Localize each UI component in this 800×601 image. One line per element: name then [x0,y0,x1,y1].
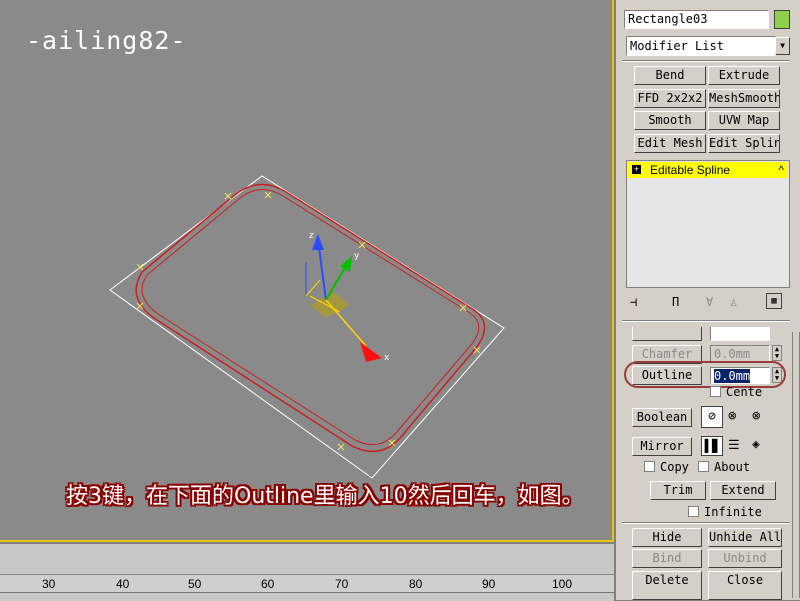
modifier-stack[interactable]: + Editable Spline ^ [626,160,790,288]
mirror-vertical-icon[interactable]: ☰ [728,438,740,453]
scene-canvas[interactable]: z y x [0,0,612,540]
ruler-tick: 70 [335,577,349,591]
close-button[interactable]: Close [708,571,782,600]
ruler-tick: 40 [116,577,130,591]
gizmo-y-label: y [354,251,360,261]
mirror-both-icon[interactable]: ◈ [752,437,760,452]
scroll-track[interactable] [792,332,800,598]
copy-checkbox[interactable] [644,461,655,472]
about-label: About [714,460,751,474]
infinite-bounds-checkbox[interactable] [688,506,699,517]
divider [622,60,790,62]
transform-gizmo [305,234,382,362]
ffd-button[interactable]: FFD 2x2x2 [634,89,706,108]
chevron-down-icon[interactable]: ▼ [775,37,790,55]
divider [622,320,790,322]
chamfer-spinner[interactable]: ▲ ▼ [772,345,782,361]
timeline-bar[interactable] [0,544,614,574]
copy-label: Copy [660,460,689,474]
about-pivot-checkbox[interactable] [698,461,709,472]
ruler-tick: 90 [482,577,496,591]
divider [622,522,790,524]
extrude-button[interactable]: Extrude [708,66,780,85]
show-end-result-icon[interactable]: Π [672,295,679,309]
uvw-map-button[interactable]: UVW Map [708,111,780,130]
chamfer-amount-field[interactable]: 0.0mm [710,345,770,362]
unhide-all-button[interactable]: Unhide All [708,528,782,547]
mirror-horizontal-icon[interactable]: ▌▊ [701,436,723,456]
make-unique-icon[interactable]: ∀ [706,295,713,309]
expand-icon[interactable]: + [632,165,641,174]
modifier-list-dropdown[interactable]: Modifier List [626,36,776,56]
gizmo-z-label: z [309,231,314,241]
ruler-tick: 50 [188,577,202,591]
boolean-button[interactable]: Boolean [632,408,692,427]
edit-mesh-button[interactable]: Edit Mesh [634,134,706,153]
trim-button[interactable]: Trim [650,481,706,500]
stack-item-label: Editable Spline [650,163,731,177]
unbind-button[interactable]: Unbind [708,549,782,568]
perspective-viewport[interactable]: -ailing82- z y x 按3键，在下面的Outline里输入10然后回… [0,0,614,542]
configure-sets-icon[interactable]: ▦ [766,293,782,309]
mirror-button[interactable]: Mirror [632,437,692,456]
union-icon[interactable]: ⊘ [701,406,723,428]
stack-toolbar: ⊣ Π ∀ ♙ ▦ [626,292,790,314]
edit-spline-button[interactable]: Edit Spline [708,134,780,153]
ruler-tick: 100 [552,577,573,591]
bind-button[interactable]: Bind [632,549,702,568]
extend-button[interactable]: Extend [710,481,776,500]
stack-item-editable-spline[interactable]: + Editable Spline ^ [628,162,788,178]
ruler-tick: 80 [409,577,423,591]
subtraction-icon[interactable]: ⊗ [728,408,736,424]
ruler-tick: 30 [42,577,56,591]
delete-button[interactable]: Delete [632,571,702,600]
frame-ruler[interactable]: 30 40 50 60 70 80 90 100 [0,574,614,593]
cut-off-field[interactable] [710,327,770,341]
center-label: Cente [726,385,763,399]
object-name-field[interactable]: Rectangle03 [624,10,769,29]
cut-off-button[interactable] [632,327,702,341]
object-color-swatch[interactable] [774,10,790,29]
remove-modifier-icon[interactable]: ♙ [730,295,737,309]
chevron-up-icon: ^ [778,163,784,177]
center-checkbox[interactable] [710,386,721,397]
pin-stack-icon[interactable]: ⊣ [630,295,637,309]
ruler-tick: 60 [261,577,275,591]
highlight-oval [624,361,786,388]
hide-button[interactable]: Hide [632,528,702,547]
intersection-icon[interactable]: ⊗ [752,408,760,424]
smooth-button[interactable]: Smooth [634,111,706,130]
infinite-label: Infinite [704,505,762,519]
tutorial-caption: 按3键，在下面的Outline里输入10然后回车，如图。 [66,484,584,509]
meshsmooth-button[interactable]: MeshSmooth [708,89,780,108]
bend-button[interactable]: Bend [634,66,706,85]
panel-scrollbar[interactable] [790,330,800,600]
gizmo-x-label: x [384,353,390,363]
